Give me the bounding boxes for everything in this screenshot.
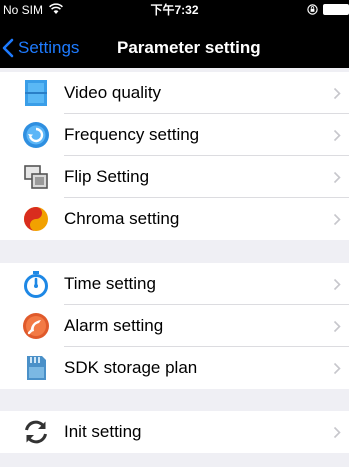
video-quality-label: Video quality xyxy=(64,83,162,102)
chroma-icon xyxy=(24,207,48,231)
battery-icon xyxy=(323,4,349,15)
video-quality-icon xyxy=(25,80,47,106)
row-alarm-setting[interactable]: Alarm setting xyxy=(0,305,349,347)
alarm-setting-label: Alarm setting xyxy=(64,316,164,335)
back-button[interactable]: Settings xyxy=(2,32,79,64)
nav-bar: Settings Parameter setting xyxy=(0,28,349,68)
row-sdk-storage-plan[interactable]: SDK storage plan xyxy=(0,347,349,389)
page-title: Parameter setting xyxy=(117,38,261,57)
stopwatch-icon xyxy=(24,271,48,298)
row-frequency-setting[interactable]: Frequency setting xyxy=(0,114,349,156)
flip-setting-label: Flip Setting xyxy=(64,167,150,186)
flip-icon xyxy=(24,165,48,189)
chevron-right-icon xyxy=(333,426,341,439)
frequency-icon xyxy=(23,122,49,148)
chevron-right-icon xyxy=(333,278,341,291)
chevron-right-icon xyxy=(333,213,341,226)
alarm-icon xyxy=(23,313,49,339)
chevron-right-icon xyxy=(333,320,341,333)
time-setting-label: Time setting xyxy=(64,274,156,293)
settings-group-3: Init setting xyxy=(0,411,349,453)
init-setting-label: Init setting xyxy=(64,422,142,441)
sd-card-icon xyxy=(27,356,46,380)
chevron-right-icon xyxy=(333,171,341,184)
chevron-right-icon xyxy=(333,362,341,375)
chevron-right-icon xyxy=(333,129,341,142)
rotation-lock-icon xyxy=(307,4,318,15)
back-label: Settings xyxy=(18,38,80,57)
top-bar: No SIM 下午7:32 Settings Parameter setting xyxy=(0,0,349,68)
refresh-icon xyxy=(25,420,47,444)
settings-group-1: Video quality Frequency setting Flip Set… xyxy=(0,72,349,240)
sdk-storage-plan-label: SDK storage plan xyxy=(64,358,198,377)
row-flip-setting[interactable]: Flip Setting xyxy=(0,156,349,198)
status-time: 下午7:32 xyxy=(150,3,199,17)
row-video-quality[interactable]: Video quality xyxy=(0,72,349,114)
row-init-setting[interactable]: Init setting xyxy=(0,411,349,453)
chevron-right-icon xyxy=(333,87,341,100)
status-bar: No SIM 下午7:32 xyxy=(0,0,349,20)
chevron-left-icon xyxy=(2,38,14,58)
settings-group-2: Time setting Alarm setting SDK storage p… xyxy=(0,263,349,389)
row-time-setting[interactable]: Time setting xyxy=(0,263,349,305)
chroma-setting-label: Chroma setting xyxy=(64,209,180,228)
frequency-setting-label: Frequency setting xyxy=(64,125,200,144)
row-chroma-setting[interactable]: Chroma setting xyxy=(0,198,349,240)
